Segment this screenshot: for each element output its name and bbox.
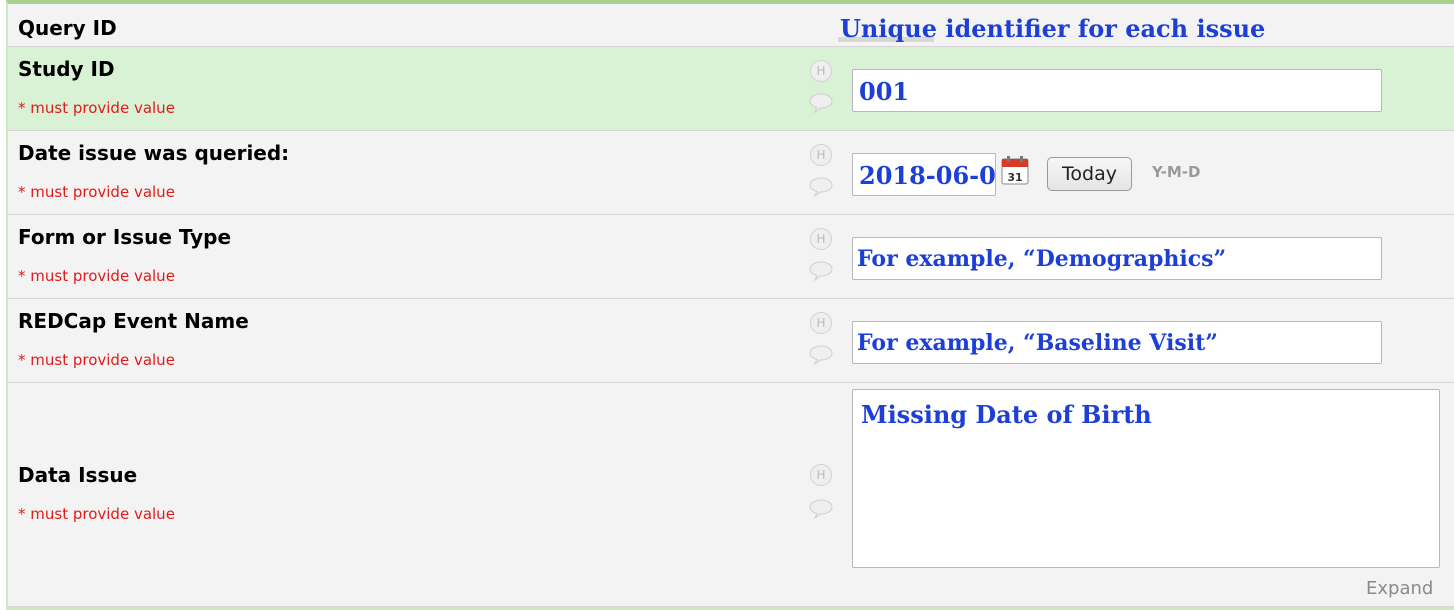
date-value: 2018-06-04 [859,161,996,190]
study-id-value: 001 [859,77,910,106]
history-icon[interactable]: H [810,228,832,250]
study-id-label: Study ID [18,57,115,81]
date-input[interactable]: 2018-06-04 [852,153,996,196]
date-required: * must provide value [18,183,175,201]
comment-icon[interactable] [808,92,834,114]
svg-text:31: 31 [1007,171,1022,184]
calendar-icon[interactable]: 31 [1001,155,1029,185]
form-type-placeholder: For example, “Demographics” [857,246,1227,272]
event-name-label: REDCap Event Name [18,309,249,333]
data-issue-label: Data Issue [18,463,138,487]
date-label: Date issue was queried: [18,141,290,165]
comment-icon[interactable] [808,344,834,366]
form-type-label: Form or Issue Type [18,225,232,249]
history-icon[interactable]: H [810,60,832,82]
date-row: Date issue was queried: * must provide v… [8,131,1454,215]
expand-link[interactable]: Expand [1366,578,1433,599]
query-id-note: Unique identifier for each issue [840,14,1266,43]
event-name-input[interactable]: For example, “Baseline Visit” [852,321,1382,364]
data-issue-textarea[interactable]: Missing Date of Birth [852,389,1440,568]
event-name-placeholder: For example, “Baseline Visit” [857,330,1218,356]
event-name-required: * must provide value [18,351,175,369]
data-issue-value: Missing Date of Birth [861,400,1152,429]
form-type-input[interactable]: For example, “Demographics” [852,237,1382,280]
study-id-input[interactable]: 001 [852,69,1382,112]
today-button[interactable]: Today [1047,157,1132,191]
comment-icon[interactable] [808,260,834,282]
history-icon[interactable]: H [810,144,832,166]
study-id-required: * must provide value [18,99,175,117]
data-issue-required: * must provide value [18,505,175,523]
form-type-required: * must provide value [18,267,175,285]
comment-icon[interactable] [808,176,834,198]
query-id-label: Query ID [18,16,117,40]
history-icon[interactable]: H [810,312,832,334]
history-icon[interactable]: H [810,464,832,486]
date-format-hint: Y-M-D [1152,163,1201,181]
comment-icon[interactable] [808,498,834,520]
